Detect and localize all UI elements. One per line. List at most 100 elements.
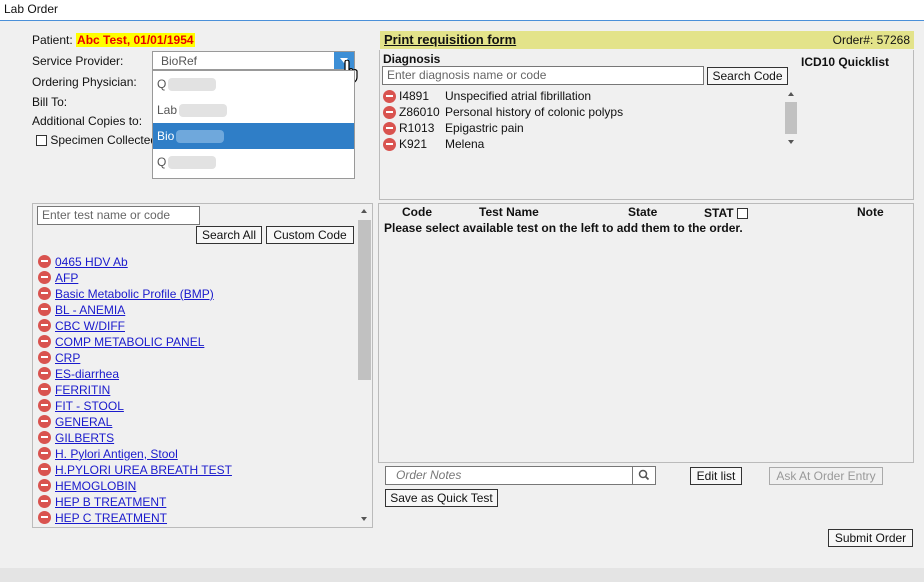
requisition-band: Print requisition form Order#: 57268 [380, 31, 914, 49]
test-link[interactable]: AFP [55, 271, 78, 285]
col-code: Code [402, 205, 432, 219]
provider-option-selected[interactable]: Bio [153, 123, 354, 149]
remove-icon[interactable] [38, 287, 51, 301]
diagnosis-search-input[interactable]: Enter diagnosis name or code [382, 66, 704, 85]
test-link[interactable]: GILBERTS [55, 431, 114, 445]
col-stat: STAT [704, 206, 748, 220]
diagnosis-item: R1013 Epigastric pain [383, 121, 524, 137]
provider-option[interactable]: Lab [153, 97, 354, 123]
test-item: CBC W/DIFF [38, 318, 125, 334]
remove-icon[interactable] [38, 399, 51, 413]
test-item: GILBERTS [38, 430, 114, 446]
footer-band [0, 568, 924, 582]
test-item: Basic Metabolic Profile (BMP) [38, 286, 214, 302]
test-link[interactable]: HEP B TREATMENT [55, 495, 166, 509]
test-item: HEP C TREATMENT [38, 510, 167, 526]
test-link[interactable]: H. Pylori Antigen, Stool [55, 447, 178, 461]
custom-code-button[interactable]: Custom Code [266, 226, 354, 244]
patient-row: Patient: Abc Test, 01/01/1954 [32, 33, 195, 47]
remove-icon[interactable] [38, 415, 51, 429]
test-link[interactable]: CRP [55, 351, 80, 365]
diagnosis-item: I4891 Unspecified atrial fibrillation [383, 89, 591, 105]
remove-icon[interactable] [383, 106, 396, 120]
remove-icon[interactable] [38, 335, 51, 349]
ordering-physician-label: Ordering Physician: [32, 75, 137, 89]
test-item: GENERAL [38, 414, 112, 430]
test-link[interactable]: HEMOGLOBIN [55, 479, 136, 493]
col-note: Note [857, 205, 884, 219]
search-all-button[interactable]: Search All [196, 226, 262, 244]
test-link[interactable]: CBC W/DIFF [55, 319, 125, 333]
service-provider-dropdown[interactable]: Q Lab Bio Q [152, 70, 355, 179]
remove-icon[interactable] [38, 319, 51, 333]
bill-to-label: Bill To: [32, 95, 68, 109]
order-number: Order#: 57268 [832, 33, 910, 47]
scroll-down-icon[interactable] [788, 140, 794, 144]
test-link[interactable]: FERRITIN [55, 383, 110, 397]
remove-icon[interactable] [38, 303, 51, 317]
provider-option[interactable]: Q [153, 71, 354, 97]
save-quick-test-button[interactable]: Save as Quick Test [385, 489, 498, 507]
remove-icon[interactable] [38, 351, 51, 365]
notes-search-button[interactable] [632, 466, 656, 485]
test-item: COMP METABOLIC PANEL [38, 334, 204, 350]
test-link[interactable]: Basic Metabolic Profile (BMP) [55, 287, 214, 301]
remove-icon[interactable] [383, 138, 396, 152]
remove-icon[interactable] [38, 383, 51, 397]
order-empty-message: Please select available test on the left… [384, 221, 743, 235]
specimen-collected-checkbox[interactable] [36, 135, 47, 147]
test-link[interactable]: H.PYLORI UREA BREATH TEST [55, 463, 232, 477]
remove-icon[interactable] [38, 255, 51, 269]
test-link[interactable]: GENERAL [55, 415, 112, 429]
remove-icon[interactable] [383, 90, 396, 104]
stat-all-checkbox[interactable] [736, 208, 748, 220]
provider-option[interactable]: Q [153, 149, 354, 175]
test-link[interactable]: FIT - STOOL [55, 399, 124, 413]
tests-scrollbar[interactable] [357, 204, 372, 527]
scroll-up-icon[interactable] [361, 209, 367, 213]
additional-copies-label: Additional Copies to: [32, 114, 143, 128]
remove-icon[interactable] [38, 431, 51, 445]
diagnosis-item: K921 Melena [383, 137, 484, 153]
test-item: AFP [38, 270, 78, 286]
test-link[interactable]: HEP C TREATMENT [55, 511, 167, 525]
remove-icon[interactable] [383, 122, 396, 136]
diagnosis-label: Diagnosis [383, 52, 441, 66]
scroll-up-icon[interactable] [788, 92, 794, 96]
test-item: BL - ANEMIA [38, 302, 125, 318]
remove-icon[interactable] [38, 479, 51, 493]
test-search-input[interactable]: Enter test name or code [37, 206, 200, 225]
specimen-collected-row[interactable]: Specimen Collected [36, 133, 157, 147]
icd10-quicklist[interactable]: ICD10 Quicklist [801, 55, 889, 69]
service-provider-select[interactable]: BioRef [152, 51, 355, 70]
specimen-collected-label: Specimen Collected [50, 133, 158, 147]
remove-icon[interactable] [38, 495, 51, 509]
scroll-thumb[interactable] [785, 102, 797, 134]
service-provider-label: Service Provider: [32, 54, 124, 68]
print-requisition-link[interactable]: Print requisition form [384, 32, 516, 47]
col-state: State [628, 205, 658, 219]
ask-at-order-entry-button[interactable]: Ask At Order Entry [769, 467, 883, 485]
submit-order-button[interactable]: Submit Order [828, 529, 913, 547]
test-link[interactable]: 0465 HDV Ab [55, 255, 128, 269]
remove-icon[interactable] [38, 367, 51, 381]
test-item: ES-diarrhea [38, 366, 119, 382]
test-link[interactable]: BL - ANEMIA [55, 303, 125, 317]
search-code-button[interactable]: Search Code [707, 67, 788, 85]
edit-list-button[interactable]: Edit list [690, 467, 742, 485]
remove-icon[interactable] [38, 447, 51, 461]
remove-icon[interactable] [38, 511, 51, 525]
test-item: 0465 HDV Ab [38, 254, 128, 270]
remove-icon[interactable] [38, 463, 51, 477]
diagnosis-scrollbar[interactable] [784, 88, 798, 150]
order-notes-input[interactable]: Order Notes [385, 466, 633, 485]
remove-icon[interactable] [38, 271, 51, 285]
test-item: H. Pylori Antigen, Stool [38, 446, 178, 462]
window-title: Lab Order [0, 0, 924, 21]
service-provider-selected: BioRef [161, 54, 198, 68]
scroll-thumb[interactable] [358, 220, 371, 380]
order-table-panel [378, 203, 914, 463]
test-link[interactable]: ES-diarrhea [55, 367, 119, 381]
test-link[interactable]: COMP METABOLIC PANEL [55, 335, 204, 349]
scroll-down-icon[interactable] [361, 517, 367, 521]
